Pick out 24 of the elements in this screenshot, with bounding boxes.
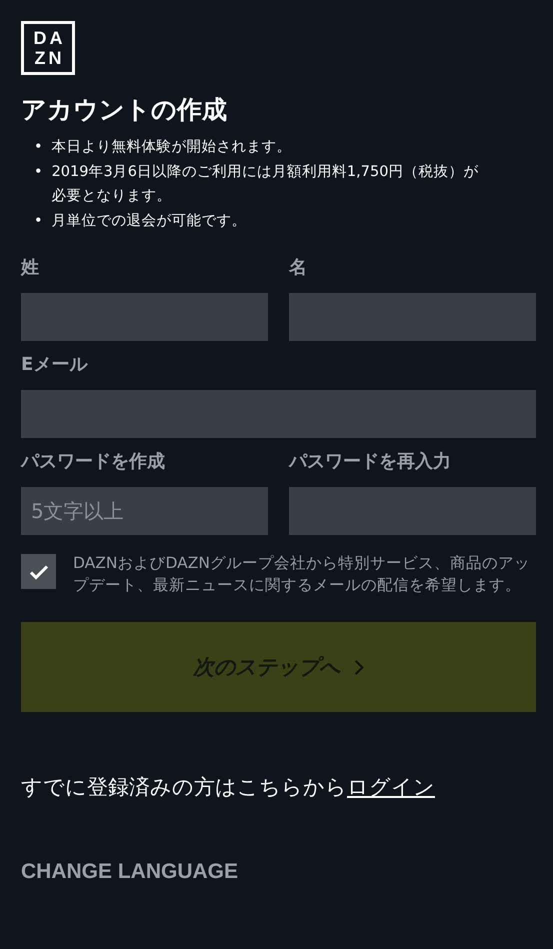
bullet: • [34,138,43,157]
page-title: アカウントの作成 [21,94,228,126]
field-label: 名 [289,256,307,280]
bullet: • [34,212,43,230]
input-field[interactable]: 5文字以上 [21,487,268,535]
checkbox[interactable] [21,554,56,589]
field-label: Eメール [21,353,88,377]
login-link[interactable]: ログイン [347,775,435,799]
input-field[interactable] [21,293,268,341]
login-prompt: すでに登録済みの方はこちらから ログイン [21,774,436,801]
bullet-note: 2019年3月6日以降のご利用には月額利用料1,750円（税抜）が必要となります。 [52,162,480,206]
field-label: パスワードを作成 [21,450,165,474]
bullet-note: 本日より無料体験が開始されます。 [52,138,293,157]
consent-text: DAZNおよびDAZNグループ会社から特別サービス、商品のアップデート、最新ニュースに関するメールの配信を希望します。 [73,553,531,596]
logo: DA ZN [21,21,75,75]
input-field[interactable] [21,390,536,438]
input-field[interactable] [289,293,536,341]
bullet-note: 月単位での退会が可能です。 [52,212,248,230]
input-field[interactable] [289,487,536,535]
field-label: 姓 [21,256,39,280]
bullet: • [34,162,43,182]
chevron-right-icon [354,658,364,676]
field-label: パスワードを再入力 [289,450,451,474]
change-language-link[interactable]: CHANGE LANGUAGE [21,860,238,884]
